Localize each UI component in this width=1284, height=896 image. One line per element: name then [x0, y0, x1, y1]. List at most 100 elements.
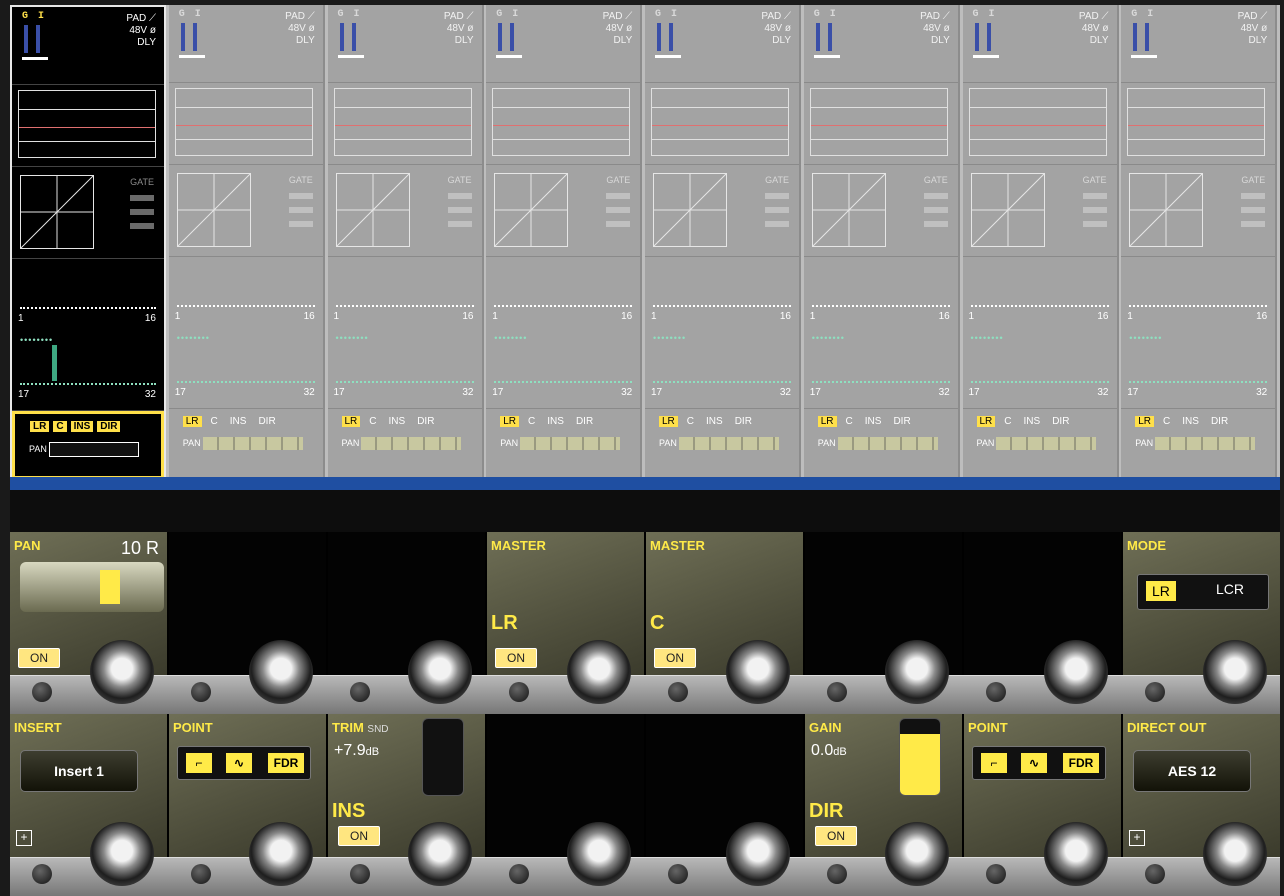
rotary-encoder-knob[interactable]: [408, 822, 472, 886]
route-dir-tag[interactable]: DIR: [573, 416, 596, 427]
dynamics-section[interactable]: GATE: [803, 165, 958, 257]
route-c-tag[interactable]: C: [525, 416, 538, 427]
rotary-encoder-knob[interactable]: [726, 822, 790, 886]
pan-bar[interactable]: [361, 437, 462, 450]
dynamics-section[interactable]: GATE: [486, 165, 641, 257]
eq-section[interactable]: [803, 83, 958, 165]
eq-section[interactable]: [327, 83, 482, 165]
select-button-icon[interactable]: [32, 864, 52, 884]
route-ins-tag[interactable]: INS: [1021, 416, 1044, 427]
select-button-icon[interactable]: [350, 864, 370, 884]
eq-section[interactable]: [1121, 83, 1276, 165]
ins-on-button[interactable]: ON: [338, 826, 380, 846]
rotary-encoder-knob[interactable]: [1203, 640, 1267, 704]
eq-section[interactable]: [486, 83, 641, 165]
channel-strip[interactable]: G I PAD ⟋ 48V ø DLY GATE 1 16 •••••••• 17 …: [486, 5, 643, 477]
pan-widget[interactable]: [20, 562, 164, 612]
rotary-encoder-knob[interactable]: [567, 640, 631, 704]
route-lr-tag[interactable]: LR: [341, 416, 361, 427]
pan-bar[interactable]: [1155, 437, 1256, 450]
pan-bar[interactable]: [837, 437, 938, 450]
route-c-tag[interactable]: C: [366, 416, 379, 427]
route-c-tag[interactable]: C: [1160, 416, 1173, 427]
bus-sends-section[interactable]: 1 16 •••••••• 17 32: [327, 257, 482, 409]
mode-lr-button[interactable]: LR: [1146, 581, 1176, 601]
select-button-icon[interactable]: [509, 864, 529, 884]
select-button-icon[interactable]: [1145, 682, 1165, 702]
insert-add-icon[interactable]: +: [16, 830, 32, 846]
route-c-tag[interactable]: C: [684, 416, 697, 427]
route-dir-tag[interactable]: DIR: [732, 416, 755, 427]
select-button-icon[interactable]: [191, 682, 211, 702]
dynamics-section[interactable]: GATE: [327, 165, 482, 257]
rotary-encoder-knob[interactable]: [90, 822, 154, 886]
route-c-tag[interactable]: C: [843, 416, 856, 427]
rotary-encoder-knob[interactable]: [1044, 640, 1108, 704]
point-post-eq-icon[interactable]: ∿: [226, 753, 252, 773]
select-button-icon[interactable]: [1145, 864, 1165, 884]
bus-sends-section[interactable]: 1 16 •••••••• 17 32: [803, 257, 958, 409]
rotary-encoder-knob[interactable]: [1203, 822, 1267, 886]
select-button-icon[interactable]: [986, 682, 1006, 702]
pan-bar[interactable]: [48, 442, 139, 457]
select-button-icon[interactable]: [350, 682, 370, 702]
routing-section[interactable]: LR C INS DIR PAN: [1121, 409, 1275, 477]
point-fader-option[interactable]: FDR: [268, 753, 304, 773]
point-pre-eq-icon[interactable]: ⌐: [186, 753, 212, 773]
bus-sends-section[interactable]: 1 16 •••••••• 17 32: [645, 257, 799, 409]
rotary-encoder-knob[interactable]: [885, 822, 949, 886]
pan-bar[interactable]: [520, 437, 621, 450]
eq-section[interactable]: [645, 83, 799, 165]
channel-strip[interactable]: G I PAD ⟋ 48V ø DLY GATE 1 16 •••••••• 17 …: [1121, 5, 1278, 477]
pan-bar[interactable]: [202, 437, 303, 450]
point-fader-option[interactable]: FDR: [1063, 753, 1099, 773]
route-dir-tag[interactable]: DIR: [96, 420, 122, 433]
route-ins-tag[interactable]: INS: [1179, 416, 1202, 427]
input-section[interactable]: G I PAD ⟋ 48V ø DLY: [486, 5, 641, 83]
route-lr-tag[interactable]: LR: [659, 416, 678, 427]
channel-strip[interactable]: G I PAD ⟋ 48V ø DLY GATE 1 16 •••••••• 17 …: [168, 5, 325, 477]
direct-point-selector[interactable]: ⌐ ∿ FDR: [972, 746, 1106, 780]
select-button-icon[interactable]: [668, 864, 688, 884]
bus-sends-section[interactable]: 1 16 •••••••• 17 32: [962, 257, 1117, 409]
channel-strip[interactable]: G I PAD ⟋ 48V ø DLY GATE 1 16 •••••••• 17 …: [10, 5, 166, 479]
mode-selector[interactable]: LR LCR: [1137, 574, 1269, 610]
routing-section[interactable]: LR C INS DIR PAN: [169, 409, 323, 477]
route-c-tag[interactable]: C: [1001, 416, 1014, 427]
routing-section[interactable]: LR C INS DIR PAN: [12, 411, 164, 479]
routing-section[interactable]: LR C INS DIR PAN: [328, 409, 482, 477]
rotary-encoder-knob[interactable]: [1044, 822, 1108, 886]
select-button-icon[interactable]: [668, 682, 688, 702]
channel-strip[interactable]: G I PAD ⟋ 48V ø DLY GATE 1 16 •••••••• 17 …: [327, 5, 484, 477]
input-section[interactable]: G I PAD ⟋ 48V ø DLY: [1121, 5, 1276, 83]
bus-sends-section[interactable]: 1 16 •••••••• 17 32: [12, 259, 164, 411]
eq-section[interactable]: [12, 85, 164, 167]
route-dir-tag[interactable]: DIR: [1049, 416, 1072, 427]
channel-strip[interactable]: G I PAD ⟋ 48V ø DLY GATE 1 16 •••••••• 17 …: [645, 5, 801, 477]
select-button-icon[interactable]: [32, 682, 52, 702]
dynamics-section[interactable]: GATE: [12, 167, 164, 259]
direct-out-add-icon[interactable]: +: [1129, 830, 1145, 846]
dir-on-button[interactable]: ON: [815, 826, 857, 846]
input-section[interactable]: G I PAD ⟋ 48V ø DLY: [645, 5, 799, 83]
route-dir-tag[interactable]: DIR: [255, 416, 278, 427]
routing-section[interactable]: LR C INS DIR PAN: [804, 409, 958, 477]
route-ins-tag[interactable]: INS: [703, 416, 726, 427]
rotary-encoder-knob[interactable]: [408, 640, 472, 704]
rotary-encoder-knob[interactable]: [249, 822, 313, 886]
rotary-encoder-knob[interactable]: [90, 640, 154, 704]
input-section[interactable]: G I PAD ⟋ 48V ø DLY: [327, 5, 482, 83]
select-button-icon[interactable]: [986, 864, 1006, 884]
direct-out-select-button[interactable]: AES 12: [1133, 750, 1251, 792]
channel-strip[interactable]: G I PAD ⟋ 48V ø DLY GATE 1 16 •••••••• 17 …: [803, 5, 960, 477]
master-lr-on-button[interactable]: ON: [495, 648, 537, 668]
route-lr-tag[interactable]: LR: [29, 420, 51, 433]
dynamics-section[interactable]: GATE: [645, 165, 799, 257]
insert-select-button[interactable]: Insert 1: [20, 750, 138, 792]
rotary-encoder-knob[interactable]: [249, 640, 313, 704]
input-section[interactable]: G I PAD ⟋ 48V ø DLY: [168, 5, 323, 83]
route-lr-tag[interactable]: LR: [817, 416, 837, 427]
master-c-on-button[interactable]: ON: [654, 648, 696, 668]
route-dir-tag[interactable]: DIR: [890, 416, 913, 427]
point-pre-eq-icon[interactable]: ⌐: [981, 753, 1007, 773]
